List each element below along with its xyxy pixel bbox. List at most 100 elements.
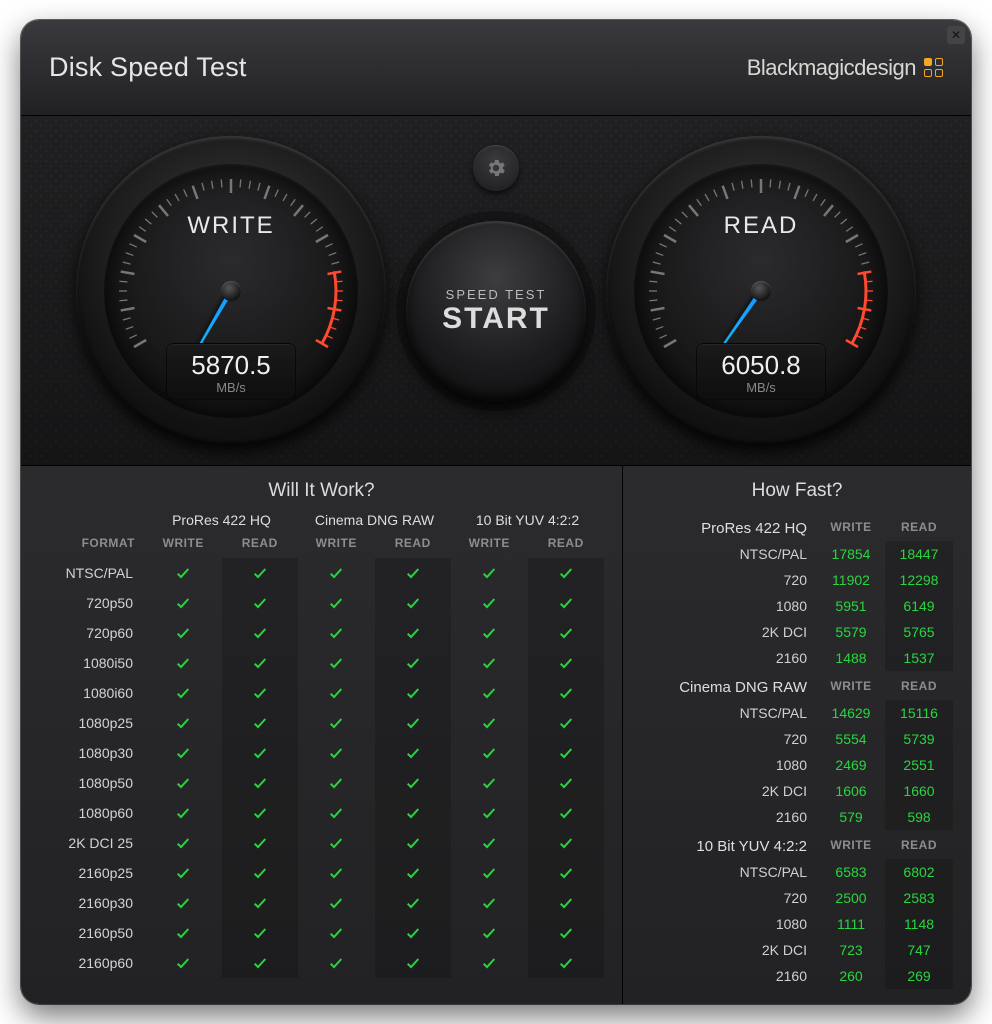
compat-cell — [145, 918, 222, 948]
format-label: 1080i60 — [39, 678, 145, 708]
read-fps: 5739 — [885, 726, 953, 752]
check-icon — [252, 865, 268, 881]
compat-cell — [375, 948, 452, 978]
write-gauge: WRITE 5870.5 MB/s — [76, 136, 386, 446]
compat-cell — [145, 708, 222, 738]
compat-cell — [451, 918, 528, 948]
compat-cell — [222, 708, 299, 738]
check-icon — [558, 955, 574, 971]
check-icon — [558, 835, 574, 851]
format-label: NTSC/PAL — [39, 558, 145, 588]
close-button[interactable]: ✕ — [947, 26, 965, 44]
compat-cell — [145, 648, 222, 678]
check-icon — [328, 565, 344, 581]
format-label: 2160p50 — [39, 918, 145, 948]
brand-dots-icon — [924, 58, 943, 77]
compat-cell — [451, 738, 528, 768]
gauge-hub-icon — [751, 281, 771, 301]
how-fast-title: How Fast? — [623, 466, 971, 512]
compat-cell — [145, 768, 222, 798]
compat-cell — [375, 888, 452, 918]
compat-cell — [528, 828, 605, 858]
check-icon — [328, 655, 344, 671]
check-icon — [328, 865, 344, 881]
compat-cell — [222, 918, 299, 948]
check-icon — [405, 715, 421, 731]
write-fps: 11902 — [817, 567, 885, 593]
read-fps: 1148 — [885, 911, 953, 937]
format-label: 2160p60 — [39, 948, 145, 978]
check-icon — [328, 595, 344, 611]
compat-cell — [375, 708, 452, 738]
check-icon — [405, 685, 421, 701]
check-icon — [328, 955, 344, 971]
start-button[interactable]: SPEED TEST START — [406, 221, 586, 401]
format-label: 2K DCI — [631, 778, 817, 804]
check-icon — [175, 925, 191, 941]
write-fps: 260 — [817, 963, 885, 989]
app-window: ✕ Disk Speed Test Blackmagicdesign WRITE… — [21, 20, 971, 1004]
compat-cell — [222, 678, 299, 708]
check-icon — [175, 715, 191, 731]
compat-cell — [145, 678, 222, 708]
compat-cell — [451, 618, 528, 648]
compat-cell — [451, 768, 528, 798]
will-it-work-panel: Will It Work? ProRes 422 HQCinema DNG RA… — [21, 466, 623, 1004]
compat-cell — [298, 558, 375, 588]
codec-header: ProRes 422 HQ — [145, 512, 298, 532]
format-label: 1080 — [631, 911, 817, 937]
check-icon — [558, 655, 574, 671]
check-icon — [405, 805, 421, 821]
sub-header: READ — [885, 512, 953, 541]
format-label: 1080 — [631, 593, 817, 619]
will-it-work-title: Will It Work? — [21, 466, 622, 512]
check-icon — [175, 565, 191, 581]
read-value: 6050.8 — [697, 350, 825, 381]
compat-cell — [298, 618, 375, 648]
compat-cell — [298, 708, 375, 738]
sub-header: WRITE — [817, 830, 885, 859]
format-label: NTSC/PAL — [631, 859, 817, 885]
compat-cell — [451, 948, 528, 978]
compat-cell — [375, 738, 452, 768]
sub-header: READ — [885, 830, 953, 859]
how-fast-table: ProRes 422 HQWRITEREADNTSC/PAL1785418447… — [623, 512, 971, 989]
check-icon — [481, 625, 497, 641]
check-icon — [405, 955, 421, 971]
format-label: 1080 — [631, 752, 817, 778]
check-icon — [175, 805, 191, 821]
check-icon — [558, 775, 574, 791]
sub-header: WRITE — [451, 532, 528, 558]
settings-button[interactable] — [473, 145, 519, 191]
check-icon — [558, 895, 574, 911]
format-label: 720 — [631, 726, 817, 752]
format-label: 1080p60 — [39, 798, 145, 828]
read-fps: 12298 — [885, 567, 953, 593]
write-fps: 5554 — [817, 726, 885, 752]
format-label: 2160p30 — [39, 888, 145, 918]
check-icon — [252, 955, 268, 971]
check-icon — [481, 925, 497, 941]
read-fps: 1537 — [885, 645, 953, 671]
check-icon — [175, 955, 191, 971]
read-fps: 2551 — [885, 752, 953, 778]
check-icon — [405, 625, 421, 641]
compat-cell — [528, 708, 605, 738]
read-fps: 269 — [885, 963, 953, 989]
compat-cell — [222, 618, 299, 648]
compat-cell — [528, 678, 605, 708]
compat-cell — [298, 828, 375, 858]
compat-cell — [222, 588, 299, 618]
check-icon — [175, 595, 191, 611]
compat-cell — [222, 888, 299, 918]
read-fps: 6149 — [885, 593, 953, 619]
write-fps: 579 — [817, 804, 885, 830]
compat-cell — [528, 558, 605, 588]
check-icon — [328, 685, 344, 701]
sub-header: WRITE — [145, 532, 222, 558]
brand-logo: Blackmagicdesign — [747, 55, 943, 81]
codec-name: 10 Bit YUV 4:2:2 — [631, 830, 817, 859]
write-fps: 1488 — [817, 645, 885, 671]
check-icon — [558, 565, 574, 581]
write-readout: 5870.5 MB/s — [166, 343, 296, 400]
